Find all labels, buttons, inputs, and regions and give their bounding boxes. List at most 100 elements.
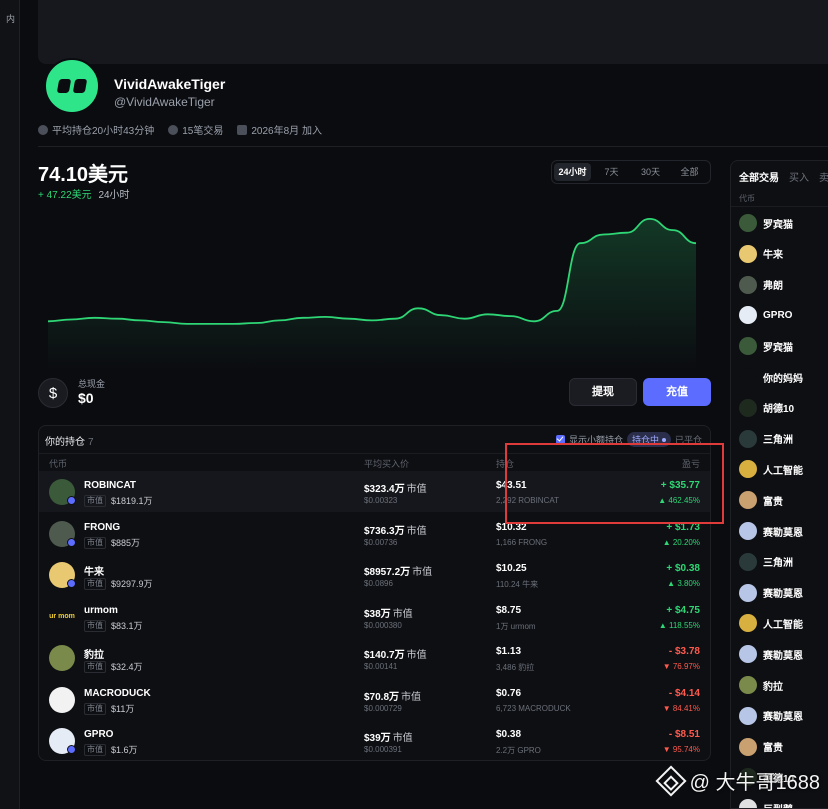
profile-name: VividAwakeTiger bbox=[114, 76, 226, 92]
list-item[interactable]: 赛勒莫恩 bbox=[739, 706, 803, 726]
avg-price-value: $38万 bbox=[364, 608, 391, 620]
table-row[interactable]: ur mom urmom 市值 $83.1万 $38万 市值 $0.000380 $8.75 1… bbox=[39, 596, 710, 637]
token-icon bbox=[739, 583, 757, 602]
withdraw-button[interactable]: 提现 bbox=[569, 378, 637, 406]
pnl-percent: ▲ 118.55% bbox=[658, 620, 700, 630]
token-mcap: $11万 bbox=[111, 703, 135, 714]
table-row[interactable]: GPRO 市值 $1.6万 $39万 市值 $0.000391 $0.38 2.2万 GPRO… bbox=[39, 720, 710, 760]
trade-token-name: 赛勒莫恩 bbox=[763, 589, 803, 601]
token-name[interactable]: MACRODUCK bbox=[84, 688, 151, 699]
tab-all-trades[interactable]: 全部交易 bbox=[739, 169, 779, 184]
balance-value: 74.10美元 bbox=[38, 164, 129, 186]
token-mcap: $9297.9万 bbox=[111, 579, 153, 589]
token-icon-text: ur mom bbox=[49, 613, 75, 620]
list-item[interactable]: 富贵 bbox=[739, 490, 783, 510]
table-row[interactable]: ROBINCAT 市值 $1819.1万 $323.4万 市值 $0.00323 $43.5… bbox=[39, 471, 710, 512]
list-item[interactable]: 人工智能 bbox=[739, 613, 803, 633]
tab-7d[interactable]: 7天 bbox=[593, 163, 630, 181]
table-row[interactable]: FRONG 市值 $885万 $736.3万 市值 $0.00736 $10.32 1,166… bbox=[39, 513, 710, 554]
token-name[interactable]: FRONG bbox=[84, 522, 120, 533]
token-icon bbox=[739, 306, 757, 325]
list-item[interactable]: 罗宾猫 bbox=[739, 213, 793, 233]
list-item[interactable]: 赛勒莫恩 bbox=[739, 644, 803, 664]
token-mcap: $32.4万 bbox=[111, 662, 143, 672]
list-item[interactable]: 你的妈妈 bbox=[739, 367, 803, 387]
col-avg-price[interactable]: 平均买入价 bbox=[364, 457, 409, 470]
token-icon bbox=[739, 522, 757, 540]
trade-token-name: 弗朗 bbox=[763, 281, 783, 293]
show-small-checkbox[interactable] bbox=[555, 435, 565, 444]
pnl-percent: ▼ 76.97% bbox=[662, 662, 700, 671]
table-row[interactable]: 牛来 市值 $9297.9万 $8957.2万 市值 $0.0896 $10.25 110.2… bbox=[39, 554, 710, 595]
token-mcap: $885万 bbox=[111, 537, 141, 548]
holding-amount: 1,166 FRONG bbox=[496, 537, 548, 547]
token-name[interactable]: 豹拉 bbox=[84, 646, 104, 661]
list-item[interactable]: 赛勒莫恩 bbox=[739, 583, 803, 603]
left-rail-label[interactable]: 内 bbox=[6, 12, 15, 25]
col-token[interactable]: 代币 bbox=[49, 457, 67, 470]
avg-price: $8957.2万 市值 bbox=[364, 563, 432, 578]
trades-icon bbox=[168, 124, 179, 135]
token-icon bbox=[739, 214, 757, 232]
meta-avg-hold-text: 平均持仓20小时43分钟 bbox=[52, 126, 155, 137]
avatar-eye-icon bbox=[56, 79, 72, 93]
avg-price-suffix: 市值 bbox=[412, 567, 433, 578]
list-item[interactable]: 三角洲 bbox=[739, 429, 793, 449]
mcap-tag: 市值 bbox=[84, 744, 106, 756]
filter-closed-positions[interactable]: 已平仓 bbox=[675, 433, 702, 446]
list-item[interactable]: 牛来 bbox=[739, 244, 783, 264]
pnl-value: - $8.51 bbox=[668, 729, 700, 740]
list-item[interactable]: 赛勒莫恩 bbox=[739, 521, 803, 541]
avatar-eye-icon bbox=[72, 79, 88, 93]
trade-token-name: 牛来 bbox=[763, 250, 783, 262]
balance-change: + 47.22美元 24小时 bbox=[38, 186, 130, 201]
token-icon bbox=[739, 614, 757, 633]
list-item[interactable]: GPRO bbox=[739, 305, 792, 325]
table-row[interactable]: 豹拉 市值 $32.4万 $140.7万 市值 $0.00141 $1.13 3,486 豹拉… bbox=[39, 637, 710, 678]
token-name[interactable]: 牛来 bbox=[84, 563, 104, 578]
avg-price: $140.7万 市值 bbox=[364, 646, 427, 661]
list-item[interactable]: 弗朗 bbox=[739, 275, 783, 295]
tab-sells[interactable]: 卖 bbox=[819, 169, 828, 184]
list-item[interactable]: 富贵 bbox=[739, 737, 783, 757]
table-row[interactable]: MACRODUCK 市值 $11万 $70.8万 市值 $0.000729 $0.76 6,7… bbox=[39, 679, 710, 720]
pnl-value: - $3.78 bbox=[668, 646, 700, 657]
tab-24h[interactable]: 24小时 bbox=[554, 163, 591, 181]
show-small-label[interactable]: 显示小额持仓 bbox=[569, 433, 623, 446]
list-item[interactable]: 三角洲 bbox=[739, 552, 793, 572]
trade-token-name: 罗宾猫 bbox=[763, 342, 793, 354]
col-pnl[interactable]: 盈亏 bbox=[682, 457, 700, 470]
mcap-tag: 市值 bbox=[84, 578, 106, 590]
pnl-percent: ▲ 20.20% bbox=[662, 537, 700, 547]
token-icon bbox=[739, 337, 757, 356]
holding-value: $10.25 bbox=[496, 563, 527, 574]
token-mcap: $1819.1万 bbox=[111, 496, 153, 506]
token-name[interactable]: urmom bbox=[84, 605, 118, 616]
pnl-percent: ▲ 462.45% bbox=[658, 496, 700, 505]
col-holding[interactable]: 持仓 bbox=[496, 457, 514, 470]
list-item[interactable]: 豹拉 bbox=[739, 675, 783, 695]
list-item[interactable]: 巨型鹅 bbox=[739, 798, 793, 808]
holding-amount: 110.24 牛来 bbox=[496, 580, 539, 589]
list-item[interactable]: 胡德10 bbox=[739, 398, 794, 418]
verified-icon bbox=[67, 496, 76, 505]
holding-value: $8.75 bbox=[496, 604, 522, 616]
avg-price-unit: $0.000391 bbox=[364, 745, 402, 754]
avg-price: $736.3万 市值 bbox=[364, 522, 427, 537]
tab-30d[interactable]: 30天 bbox=[632, 163, 669, 181]
token-name[interactable]: GPRO bbox=[84, 729, 113, 740]
filter-open-positions[interactable]: 持仓中 bbox=[626, 432, 671, 447]
token-name[interactable]: ROBINCAT bbox=[84, 480, 136, 491]
deposit-button[interactable]: 充值 bbox=[643, 378, 711, 406]
token-mcap: $83.1万 bbox=[111, 620, 143, 631]
holdings-count: 7 bbox=[88, 437, 94, 448]
list-item[interactable]: 罗宾猫 bbox=[739, 336, 793, 356]
token-mcap: $1.6万 bbox=[111, 745, 138, 755]
tab-buys[interactable]: 买入 bbox=[789, 169, 809, 184]
pnl-value: + $0.38 bbox=[666, 563, 700, 574]
tab-all[interactable]: 全部 bbox=[671, 163, 708, 181]
holding-value: $43.51 bbox=[496, 480, 527, 491]
list-item[interactable]: 人工智能 bbox=[739, 459, 803, 479]
dollar-icon: $ bbox=[38, 378, 68, 408]
watermark-text: @ 大牛哥1688 bbox=[689, 772, 820, 794]
